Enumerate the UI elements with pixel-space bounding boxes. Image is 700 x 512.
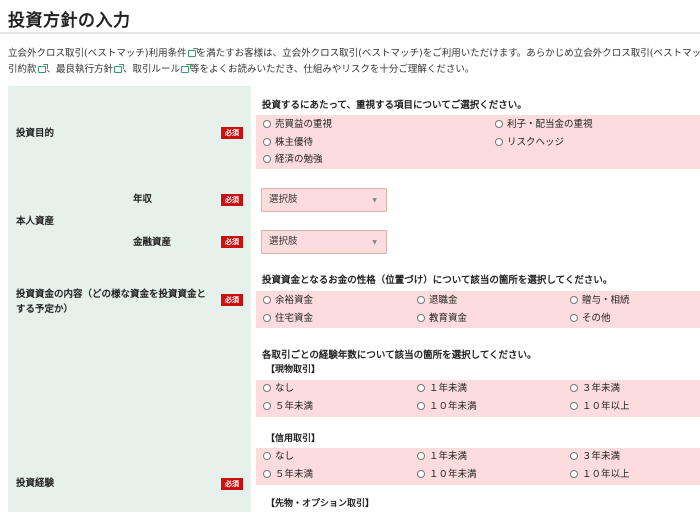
radio-icon [417, 384, 425, 392]
radio-option[interactable]: 住宅資金 [263, 312, 313, 326]
trading-terms-link[interactable]: 引約款 [8, 64, 37, 75]
radio-option[interactable]: ５年未満 [263, 400, 313, 414]
radio-icon [495, 120, 503, 128]
investment-purpose-question: 投資するにあたって、重視する項目についてご選択ください。 [262, 100, 527, 111]
best-execution-policy-link[interactable]: 、最良執行方針 [47, 64, 114, 75]
radio-icon [263, 296, 271, 304]
radio-option[interactable]: リスクヘッジ [495, 136, 564, 150]
radio-icon [417, 470, 425, 478]
radio-icon [417, 402, 425, 410]
external-link-icon [37, 64, 48, 73]
chevron-down-icon: ▼ [372, 239, 377, 246]
radio-icon [495, 138, 503, 146]
intro-text: 立会外クロス取引(ベストマッチ)利用条件 を満たすお客様は、立会外クロス取引(ベス… [8, 46, 700, 78]
radio-option[interactable]: 利子・配当金の重視 [495, 118, 593, 132]
radio-option[interactable]: その他 [570, 312, 611, 326]
external-link-icon [187, 48, 198, 57]
radio-option[interactable]: 株主優待 [263, 136, 313, 150]
radio-option[interactable]: 退職金 [417, 294, 458, 308]
required-badge: 必須 [221, 478, 243, 490]
margin-trading-label: 【信用取引】 [266, 434, 321, 444]
radio-icon [263, 120, 271, 128]
radio-option[interactable]: なし [263, 450, 294, 464]
trading-rules-link[interactable]: 、取引ルール [123, 64, 180, 75]
radio-icon [570, 296, 578, 304]
intro-line1-text: を満たすお客様は、立会外クロス取引(ベストマッチ)をご利用いただけます。あらかじ… [196, 48, 700, 59]
radio-option[interactable]: 余裕資金 [263, 294, 313, 308]
radio-icon [570, 402, 578, 410]
financial-assets-select[interactable]: 選択肢 ▼ [261, 230, 387, 254]
futures-options-label: 【先物・オプション取引】 [266, 499, 375, 509]
investment-experience-label: 投資経験 [16, 478, 55, 489]
spot-trading-label: 【現物取引】 [266, 365, 321, 375]
radio-option[interactable]: １０年以上 [570, 468, 630, 482]
investment-purpose-options: 売買益の重視 利子・配当金の重視 株主優待 リスクヘッジ 経済の勉強 [256, 115, 700, 169]
best-match-conditions-link[interactable]: 立会外クロス取引(ベストマッチ)利用条件 [8, 48, 187, 59]
investment-purpose-label: 投資目的 [16, 128, 55, 139]
radio-icon [570, 314, 578, 322]
radio-icon [263, 314, 271, 322]
radio-option[interactable]: ３年未満 [570, 382, 620, 396]
radio-icon [263, 402, 271, 410]
spot-trading-options: なし １年未満 ３年未満 ５年未満 １０年未満 １０年以上 [256, 380, 700, 417]
radio-option[interactable]: １０年以上 [570, 400, 630, 414]
radio-option[interactable]: １０年未満 [417, 468, 477, 482]
required-badge: 必須 [221, 194, 243, 206]
radio-option[interactable]: 教育資金 [417, 312, 467, 326]
fund-content-options: 余裕資金 退職金 贈与・相続 住宅資金 教育資金 その他 [256, 291, 700, 328]
radio-option[interactable]: なし [263, 382, 294, 396]
intro-line2-text: 等をよくお読みいただき、仕組みやリスクを十分ご理解ください。 [190, 64, 475, 75]
radio-icon [570, 452, 578, 460]
radio-icon [417, 314, 425, 322]
external-link-icon [114, 64, 125, 73]
radio-option[interactable]: ３年未満 [570, 450, 620, 464]
radio-option[interactable]: １０年未満 [417, 400, 477, 414]
personal-assets-label: 本人資産 [16, 216, 55, 227]
radio-option[interactable]: 経済の勉強 [263, 153, 323, 167]
financial-assets-label: 金融資産 [133, 237, 172, 248]
margin-trading-options: なし １年未満 ３年未満 ５年未満 １０年未満 １０年以上 [256, 448, 700, 485]
external-link-icon [181, 64, 192, 73]
radio-icon [263, 470, 271, 478]
radio-option[interactable]: １年未満 [417, 382, 467, 396]
required-badge: 必須 [221, 294, 243, 306]
fund-content-question: 投資資金となるお金の性格（位置づけ）について該当の箇所を選択してください。 [262, 275, 613, 286]
radio-icon [417, 296, 425, 304]
chevron-down-icon: ▼ [372, 197, 377, 204]
radio-icon [417, 452, 425, 460]
annual-income-label: 年収 [133, 194, 153, 205]
radio-icon [263, 138, 271, 146]
page-title: 投資方針の入力 [8, 11, 131, 31]
radio-icon [263, 452, 271, 460]
annual-income-select[interactable]: 選択肢 ▼ [261, 188, 387, 212]
title-divider [0, 32, 700, 34]
radio-option[interactable]: １年未満 [417, 450, 467, 464]
fund-content-label: 投資資金の内容（どの様な資金を投資資金と する予定か） [16, 289, 207, 315]
radio-option[interactable]: 贈与・相続 [570, 294, 630, 308]
radio-icon [570, 470, 578, 478]
radio-icon [570, 384, 578, 392]
required-badge: 必須 [221, 127, 243, 139]
radio-option[interactable]: ５年未満 [263, 468, 313, 482]
radio-icon [263, 155, 271, 163]
required-badge: 必須 [221, 236, 243, 248]
radio-option[interactable]: 売買益の重視 [263, 118, 332, 132]
experience-question: 各取引ごとの経験年数について該当の箇所を選択してください。 [262, 350, 537, 361]
radio-icon [263, 384, 271, 392]
